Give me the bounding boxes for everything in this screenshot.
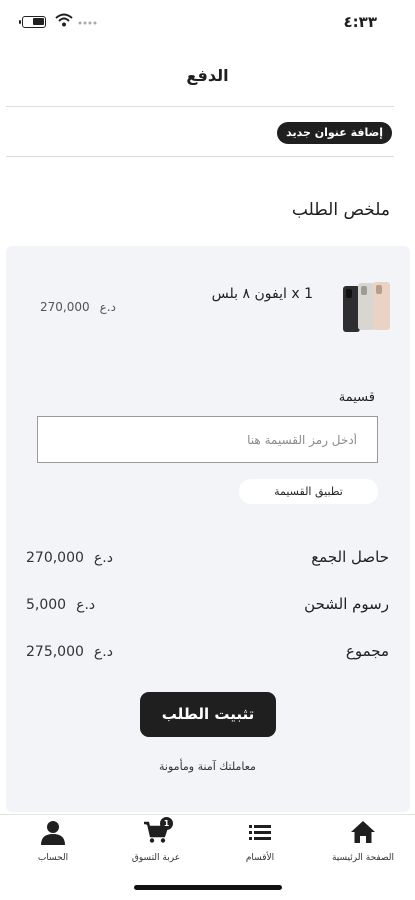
iphone-product-image [343,282,390,332]
product-price-value: 270,000 [40,300,90,314]
tab-cart-label: عربة التسوق [131,853,181,863]
shipping-label: رسوم الشحن [304,595,389,613]
add-address-button[interactable]: إضافة عنوان جديد [277,122,392,144]
divider [6,106,394,107]
battery-icon [19,16,46,28]
status-bar: ٤:٣٣ [0,0,415,44]
coupon-input[interactable] [37,416,378,463]
tab-cart[interactable]: 1 عربة التسوق [106,817,206,863]
total-currency: د.ع [93,644,113,660]
secure-transaction-note: معاملتك آمنة ومأمونة [159,760,256,773]
product-name: 1 x ايفون ٨ بلس [211,286,313,302]
signal-icon [78,21,97,25]
list-icon [249,825,271,840]
subtotal-label: حاصل الجمع [311,548,389,566]
battery-level [33,18,44,25]
coupon-label: قسيمة [338,390,375,405]
tab-categories[interactable]: الأقسام [210,819,310,863]
total-value: 275,000 د.ع [26,644,113,660]
total-label: مجموع [345,642,389,660]
page-title: الدفع [186,66,229,85]
shipping-amount: 5,000 [26,597,67,613]
product-price: 270,000 د.ع [40,300,116,314]
product-price-currency: د.ع [99,300,116,314]
total-row: مجموع 275,000 د.ع [0,642,415,666]
shipping-currency: د.ع [76,597,96,613]
subtotal-amount: 270,000 [26,550,84,566]
tab-categories-label: الأقسام [245,853,275,863]
wifi-icon [55,13,73,27]
tab-home[interactable]: الصفحة الرئيسية [313,819,413,863]
shipping-value: 5,000 د.ع [26,597,95,613]
shipping-row: رسوم الشحن 5,000 د.ع [0,595,415,619]
user-icon [41,821,65,845]
subtotal-value: 270,000 د.ع [26,550,113,566]
subtotal-row: حاصل الجمع 270,000 د.ع [0,548,415,572]
order-summary-title: ملخص الطلب [291,200,390,220]
tab-home-label: الصفحة الرئيسية [331,853,395,863]
tab-account-label: الحساب [37,853,69,863]
tab-account[interactable]: الحساب [3,819,103,863]
status-time: ٤:٣٣ [343,13,377,31]
total-amount: 275,000 [26,644,84,660]
apply-coupon-button[interactable]: تطبيق القسيمة [239,479,378,504]
confirm-order-button[interactable]: تثبيت الطلب [140,692,276,737]
cart-badge: 1 [160,817,173,830]
subtotal-currency: د.ع [93,550,113,566]
divider [6,156,394,157]
home-icon [351,821,375,843]
home-indicator [134,885,282,890]
cart-icon-wrapper: 1 [143,817,173,845]
